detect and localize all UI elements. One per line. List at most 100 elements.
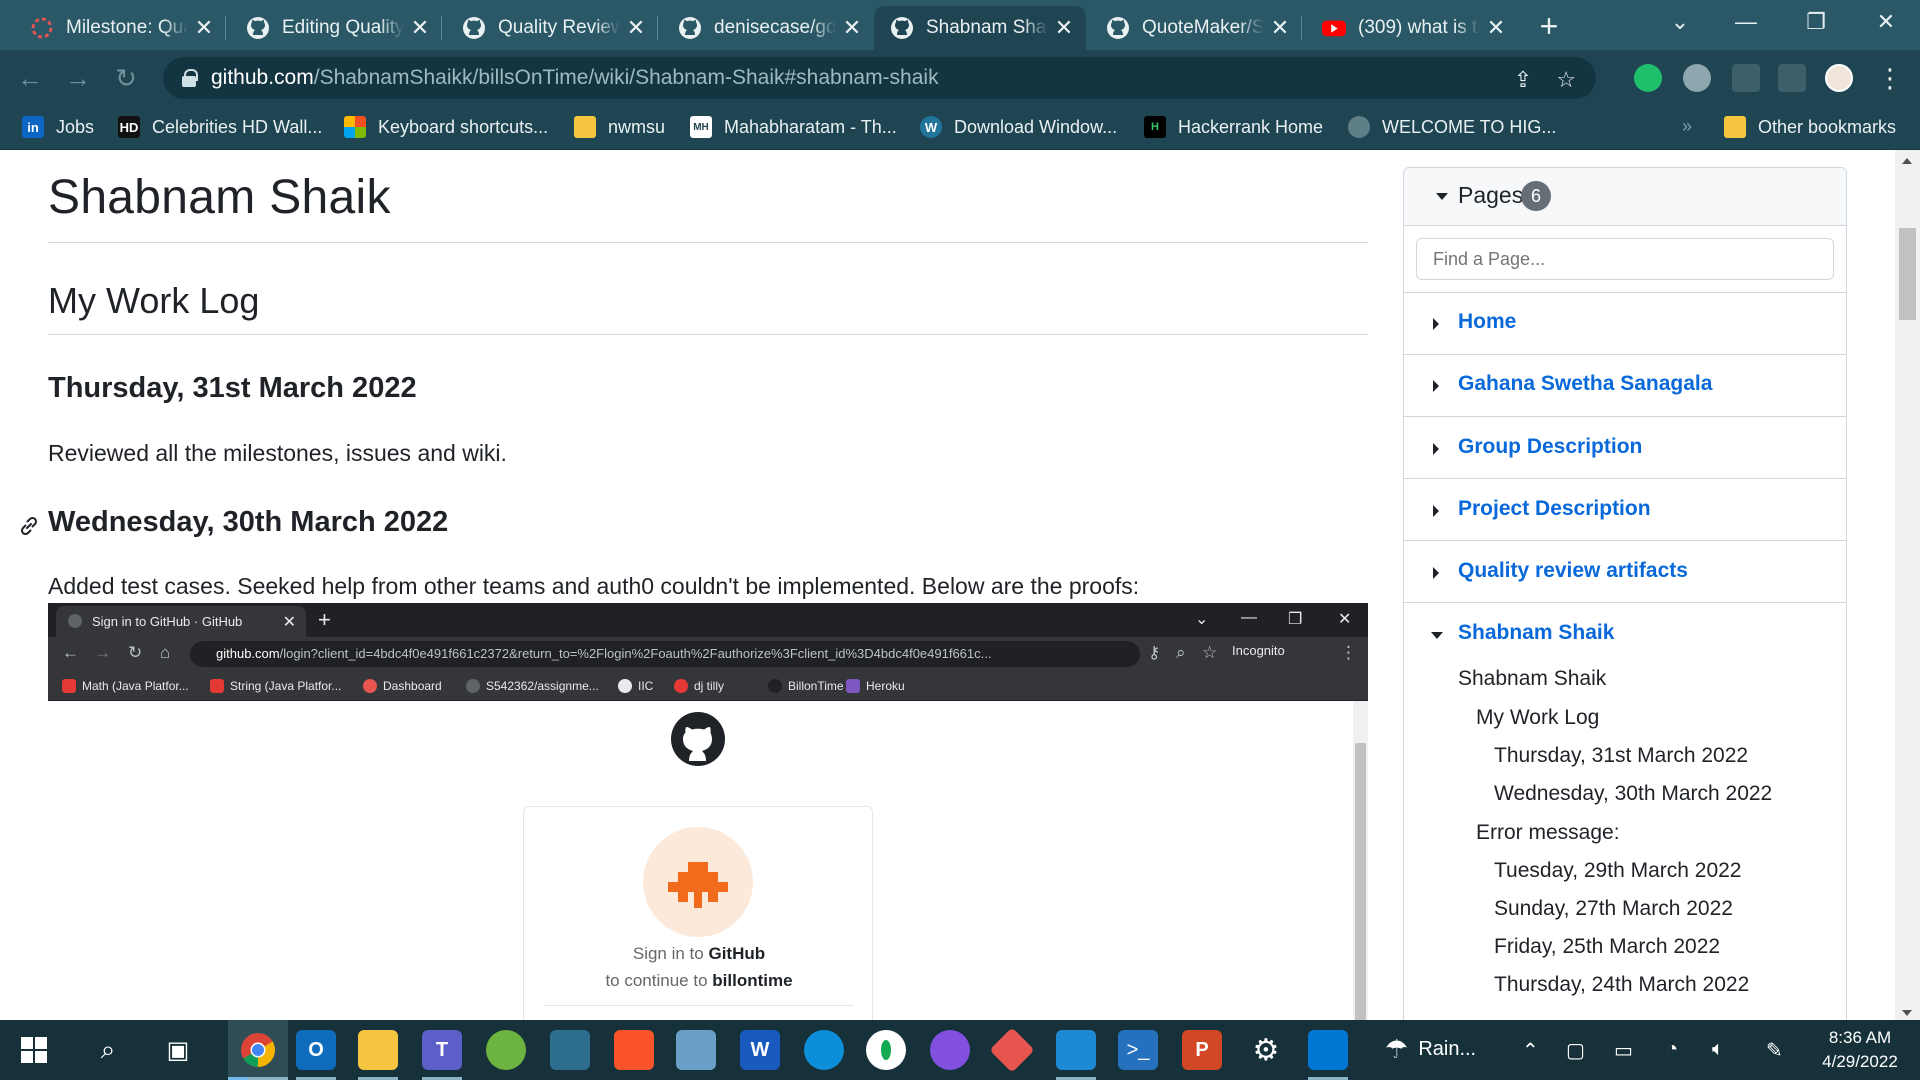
chrome-icon[interactable]: [238, 1030, 278, 1070]
avatar[interactable]: [1825, 64, 1853, 92]
caret-down-icon[interactable]: [1431, 632, 1443, 639]
git-icon[interactable]: [989, 1027, 1035, 1073]
pages-header[interactable]: Pages 6: [1404, 168, 1846, 226]
weather-widget[interactable]: ☂ Rain...: [1385, 1034, 1476, 1065]
restore-button[interactable]: ❐: [1788, 0, 1844, 44]
battery-icon[interactable]: ▭: [1614, 1038, 1633, 1063]
forward-arrow-icon[interactable]: →: [64, 64, 92, 92]
caret-right-icon[interactable]: [1433, 505, 1439, 517]
file-explorer-icon[interactable]: [358, 1030, 398, 1070]
bookmark-item[interactable]: W Download Window...: [920, 116, 1117, 138]
close-icon[interactable]: ✕: [1486, 15, 1506, 41]
find-page-input[interactable]: [1416, 238, 1834, 280]
scroll-down-icon[interactable]: [1902, 1010, 1912, 1016]
bookmark-item[interactable]: WELCOME TO HIG...: [1348, 116, 1556, 138]
scroll-thumb[interactable]: [1899, 228, 1916, 320]
close-icon[interactable]: ✕: [194, 15, 214, 41]
url-bar[interactable]: github.com/ShabnamShaikk/billsOnTime/wik…: [163, 57, 1596, 99]
back-arrow-icon[interactable]: ←: [16, 64, 44, 92]
puzzle-icon[interactable]: [1732, 64, 1760, 92]
toc-link[interactable]: My Work Log: [1476, 706, 1599, 730]
extension-icon[interactable]: [1683, 64, 1711, 92]
meet-now-icon[interactable]: ▢: [1566, 1038, 1585, 1063]
toc-link[interactable]: Error message:: [1476, 821, 1620, 845]
page-scrollbar[interactable]: [1895, 150, 1920, 1020]
browser-tab[interactable]: Milestone: Quality Review ✕: [14, 6, 226, 50]
search-icon[interactable]: ⌕: [88, 1030, 128, 1070]
sidebar-item-home[interactable]: Home: [1404, 299, 1846, 349]
task-view-icon[interactable]: ▣: [158, 1030, 198, 1070]
share-icon[interactable]: ⇪: [1514, 67, 1532, 93]
toc-link[interactable]: Thursday, 24th March 2022: [1494, 973, 1749, 997]
grammarly-icon[interactable]: [1634, 64, 1662, 92]
windows-start-icon[interactable]: [14, 1030, 54, 1070]
browser-tab-active[interactable]: Shabnam Shaik ✕: [874, 6, 1086, 50]
minimize-button[interactable]: —: [1718, 0, 1774, 44]
close-icon[interactable]: ✕: [842, 15, 862, 41]
browser-tab[interactable]: (309) what is the ✕: [1306, 6, 1518, 50]
toc-link[interactable]: Thursday, 31st March 2022: [1494, 744, 1748, 768]
toc-link[interactable]: Friday, 25th March 2022: [1494, 935, 1720, 959]
bookmark-item[interactable]: Keyboard shortcuts...: [344, 116, 548, 138]
chevron-up-icon[interactable]: ⌃: [1522, 1038, 1539, 1063]
settings-gear-icon[interactable]: ⚙: [1246, 1030, 1286, 1070]
powershell-icon[interactable]: >_: [1118, 1030, 1158, 1070]
word-icon[interactable]: W: [740, 1030, 780, 1070]
scroll-up-icon[interactable]: [1902, 158, 1912, 164]
volume-icon[interactable]: 🔈︎: [1712, 1038, 1724, 1061]
toc-link[interactable]: Tuesday, 29th March 2022: [1494, 859, 1741, 883]
powerpoint-icon[interactable]: P: [1182, 1030, 1222, 1070]
caret-right-icon[interactable]: [1433, 380, 1439, 392]
wifi-icon[interactable]: ◔: [1666, 1038, 1678, 1061]
caret-right-icon[interactable]: [1433, 443, 1439, 455]
sidebar-item-quality-review[interactable]: Quality review artifacts: [1404, 548, 1846, 598]
more-menu-icon[interactable]: ⋮: [1876, 64, 1904, 92]
bookmark-item[interactable]: MH Mahabharatam - Th...: [690, 116, 897, 138]
sidebar-item-shabnam-shaik[interactable]: Shabnam Shaik: [1404, 610, 1846, 660]
caret-down-icon[interactable]: [1436, 193, 1448, 200]
link-icon[interactable]: [16, 513, 42, 539]
app-icon[interactable]: [676, 1030, 716, 1070]
outlook-icon[interactable]: O: [296, 1030, 336, 1070]
browser-tab[interactable]: Quality Review artifacts ✕: [446, 6, 658, 50]
edge-icon[interactable]: [804, 1030, 844, 1070]
movies-tv-icon[interactable]: [1308, 1030, 1348, 1070]
sidebar-item-gahana[interactable]: Gahana Swetha Sanagala: [1404, 361, 1846, 411]
system-clock[interactable]: 8:36 AM 4/29/2022: [1810, 1026, 1910, 1074]
teams-icon[interactable]: T: [422, 1030, 462, 1070]
toc-link[interactable]: Wednesday, 30th March 2022: [1494, 782, 1772, 806]
close-icon[interactable]: ✕: [626, 15, 646, 41]
bookmark-item[interactable]: Other bookmarks: [1724, 116, 1896, 138]
browser-tab[interactable]: Editing Quality review ✕: [230, 6, 442, 50]
spring-icon[interactable]: [486, 1030, 526, 1070]
toc-link[interactable]: Shabnam Shaik: [1458, 667, 1606, 691]
brave-icon[interactable]: [614, 1030, 654, 1070]
side-panel-icon[interactable]: [1778, 64, 1806, 92]
bookmark-item[interactable]: HD Celebrities HD Wall...: [118, 116, 322, 138]
bookmarks-overflow-icon[interactable]: »: [1682, 116, 1692, 137]
bookmark-item[interactable]: H Hackerrank Home: [1144, 116, 1323, 138]
lock-icon[interactable]: [181, 69, 198, 87]
github-desktop-icon[interactable]: [930, 1030, 970, 1070]
toc-link[interactable]: Sunday, 27th March 2022: [1494, 897, 1733, 921]
close-icon[interactable]: ✕: [1270, 15, 1290, 41]
sidebar-item-group-description[interactable]: Group Description: [1404, 424, 1846, 474]
browser-tab[interactable]: QuoteMaker/Sabnam ✕: [1090, 6, 1302, 50]
url-text[interactable]: github.com/ShabnamShaikk/billsOnTime/wik…: [211, 66, 939, 90]
reload-icon[interactable]: ↻: [112, 64, 140, 92]
mysql-workbench-icon[interactable]: [550, 1030, 590, 1070]
close-icon[interactable]: ✕: [1054, 15, 1074, 41]
mongodb-compass-icon[interactable]: [866, 1030, 906, 1070]
tab-search-icon[interactable]: ⌄: [1652, 0, 1708, 44]
caret-right-icon[interactable]: [1433, 318, 1439, 330]
close-icon[interactable]: ✕: [410, 15, 430, 41]
bookmark-item[interactable]: in Jobs: [22, 116, 94, 138]
caret-right-icon[interactable]: [1433, 567, 1439, 579]
vscode-icon[interactable]: [1056, 1030, 1096, 1070]
close-window-button[interactable]: ✕: [1858, 0, 1914, 44]
pen-icon[interactable]: ✎: [1766, 1038, 1783, 1063]
browser-tab[interactable]: denisecase/gdp ✕: [662, 6, 874, 50]
star-icon[interactable]: ☆: [1556, 67, 1576, 93]
bookmark-item[interactable]: nwmsu: [574, 116, 665, 138]
sidebar-item-project-description[interactable]: Project Description: [1404, 486, 1846, 536]
